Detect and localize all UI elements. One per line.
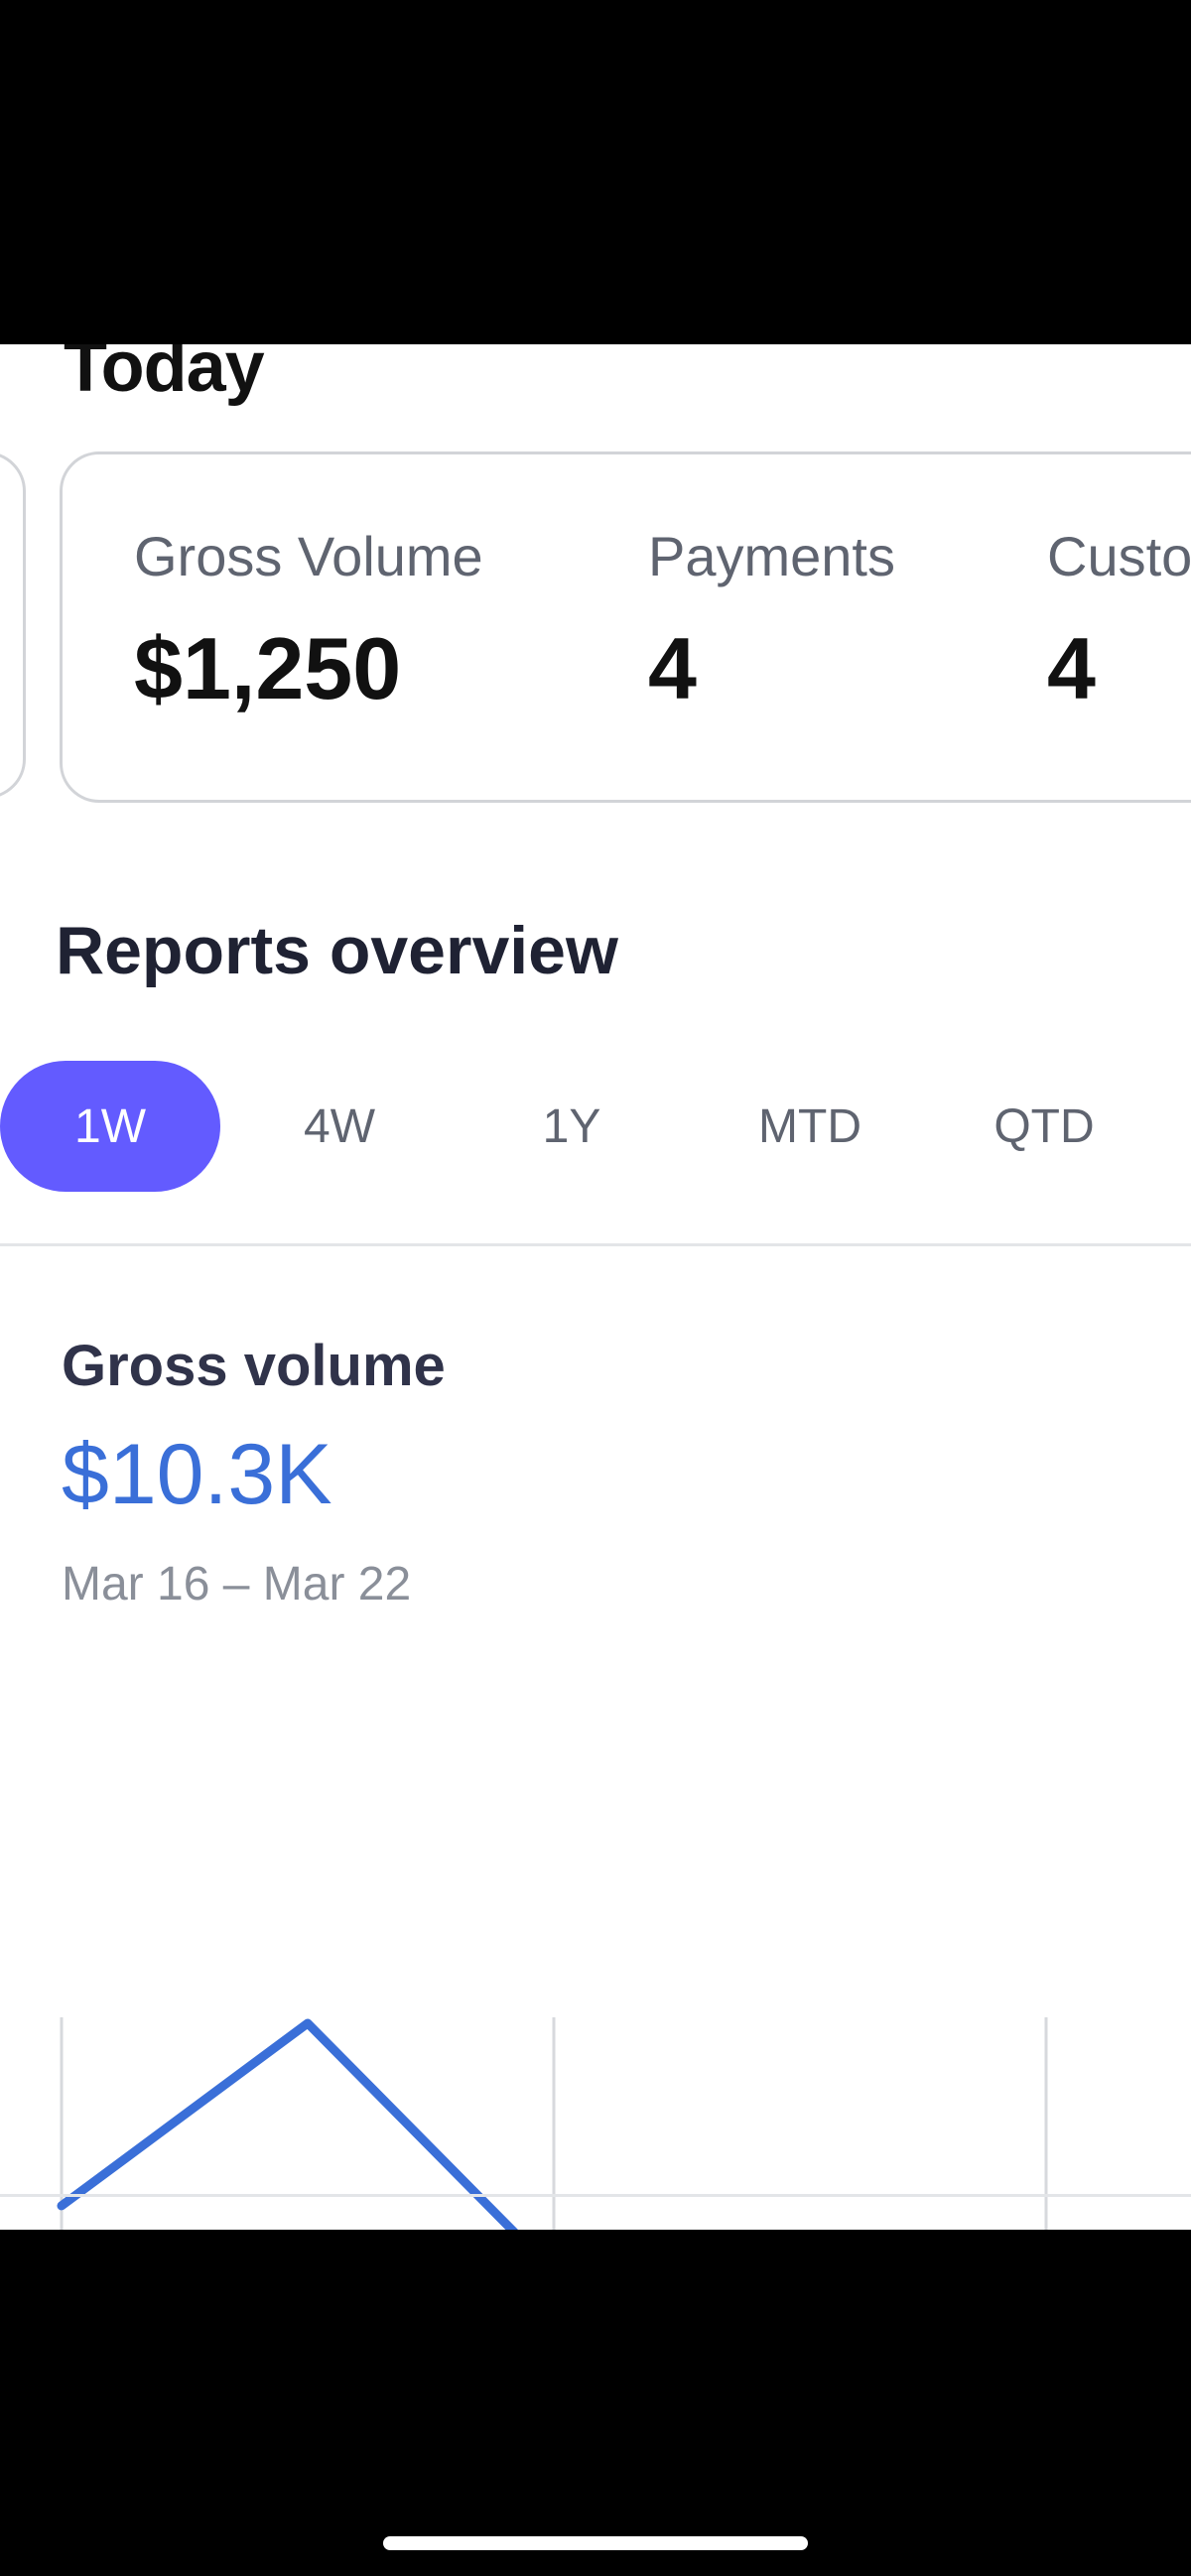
chart-title: Gross volume: [62, 1334, 446, 1398]
chart-line-current: [57, 2018, 519, 2230]
metric-label: Custo: [1047, 525, 1191, 587]
metric-value: $1,250: [134, 619, 402, 717]
reports-overview-title: Reports overview: [56, 913, 618, 988]
tab-1w[interactable]: 1W: [0, 1061, 220, 1192]
tab-mtd[interactable]: MTD: [701, 1061, 919, 1192]
metric-value: 4: [1047, 619, 1096, 717]
phone-screen: Today Gross Volume $1,250 Payments 4 Cus…: [0, 0, 1191, 2576]
tab-1y[interactable]: 1Y: [463, 1061, 681, 1192]
metric-customers: Custo 4: [1047, 524, 1191, 719]
metric-value: 4: [648, 619, 697, 717]
metric-payments: Payments 4: [648, 524, 895, 719]
tab-4w[interactable]: 4W: [230, 1061, 449, 1192]
chart-date-range: Mar 16 – Mar 22: [62, 1558, 412, 1610]
previous-summary-card[interactable]: [0, 451, 26, 799]
metric-label: Payments: [648, 525, 895, 587]
metric-label: Gross Volume: [134, 525, 483, 587]
today-summary-card[interactable]: Gross Volume $1,250 Payments 4 Custo 4: [60, 451, 1191, 803]
today-heading: Today: [64, 344, 265, 407]
tab-qtd[interactable]: QTD: [935, 1061, 1153, 1192]
home-indicator[interactable]: [383, 2536, 808, 2550]
section-divider: [0, 1243, 1191, 1246]
metric-gross-volume: Gross Volume $1,250: [134, 524, 483, 719]
chart-bottom-divider: [0, 2194, 1191, 2197]
dashboard-content: Today Gross Volume $1,250 Payments 4 Cus…: [0, 344, 1191, 2230]
chart-total-value: $10.3K: [62, 1427, 332, 1522]
gross-volume-chart[interactable]: [0, 1664, 1191, 2230]
